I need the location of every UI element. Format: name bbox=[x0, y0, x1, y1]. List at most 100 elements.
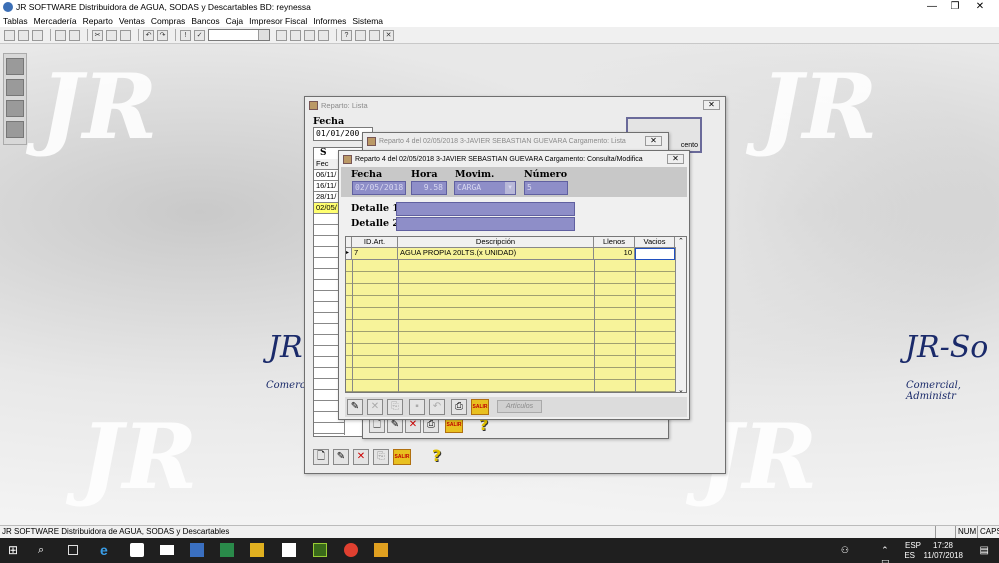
help-pointer-icon[interactable]: ? bbox=[341, 29, 352, 41]
toolbar-separator bbox=[50, 29, 51, 41]
close-button[interactable]: ✕ bbox=[965, 0, 995, 14]
delete-record-button[interactable]: ✕ bbox=[367, 399, 383, 415]
menu-impresor-fiscal[interactable]: Impresor Fiscal bbox=[249, 16, 307, 26]
language-indicator-top[interactable]: ESP bbox=[905, 541, 921, 550]
app-icon[interactable] bbox=[190, 543, 204, 557]
grid-icon[interactable] bbox=[369, 29, 380, 41]
salir-button[interactable]: SALIR bbox=[393, 449, 411, 465]
windows-start-icon[interactable]: ⊞ bbox=[8, 543, 22, 557]
paste-icon[interactable] bbox=[120, 29, 131, 41]
edit-record-button[interactable]: ✎ bbox=[333, 449, 349, 465]
menu-compras[interactable]: Compras bbox=[151, 16, 185, 26]
check-icon[interactable]: ✓ bbox=[194, 29, 205, 41]
open-icon[interactable] bbox=[18, 29, 29, 41]
notifications-icon[interactable]: ▤ bbox=[980, 545, 989, 556]
detalle2-field[interactable] bbox=[396, 217, 575, 231]
status-bar: JR SOFTWARE Distribuidora de AGUA, SODAS… bbox=[0, 525, 999, 538]
articulos-button[interactable]: Artículos bbox=[497, 400, 542, 413]
clock-time[interactable]: 17:28 bbox=[933, 541, 953, 550]
side-tool-icon[interactable] bbox=[6, 100, 24, 117]
notepad-icon[interactable] bbox=[282, 543, 296, 557]
chrome-icon[interactable] bbox=[344, 543, 358, 557]
fecha-field[interactable]: 02/05/2018 bbox=[352, 181, 406, 195]
movim-label: Movim. bbox=[455, 169, 495, 180]
cargamento-lista-close-button[interactable]: ✕ bbox=[645, 136, 662, 146]
menu-mercaderia[interactable]: Mercadería bbox=[34, 16, 77, 26]
scroll-up-icon[interactable]: ⌃ bbox=[678, 237, 684, 245]
people-icon[interactable]: ⚇ bbox=[841, 545, 849, 556]
app-logo-icon bbox=[3, 2, 13, 12]
cell-llenos[interactable]: 10 bbox=[594, 248, 635, 260]
grid-scrollbar[interactable]: ⌃ ⌄ bbox=[676, 237, 686, 392]
chevron-down-icon[interactable]: ▼ bbox=[505, 182, 515, 194]
movim-select[interactable]: CARGA ▼ bbox=[454, 181, 516, 195]
excel-icon[interactable] bbox=[220, 543, 234, 557]
numero-label: Número bbox=[524, 169, 568, 180]
language-indicator-bottom[interactable]: ES bbox=[904, 551, 915, 560]
edge-browser-icon[interactable]: e bbox=[100, 543, 114, 557]
menu-bancos[interactable]: Bancos bbox=[191, 16, 219, 26]
detalle1-field[interactable] bbox=[396, 202, 575, 216]
calendar-icon[interactable] bbox=[355, 29, 366, 41]
copy-record-button[interactable]: ⎘ bbox=[373, 449, 389, 465]
cargamento-modifica-close-button[interactable]: ✕ bbox=[667, 154, 684, 164]
tools-icon[interactable]: ✕ bbox=[383, 29, 394, 41]
cell-descripcion[interactable]: AGUA PROPIA 20LTS.(x UNIDAD) bbox=[398, 248, 594, 260]
side-tool-icon[interactable] bbox=[6, 58, 24, 75]
salir-button[interactable]: SALIR bbox=[471, 399, 489, 415]
grid-empty-rows bbox=[346, 260, 675, 392]
menu-informes[interactable]: Informes bbox=[313, 16, 346, 26]
window-icon[interactable] bbox=[276, 29, 287, 41]
task-view-icon[interactable] bbox=[68, 545, 78, 555]
undo-record-button[interactable]: ↶ bbox=[429, 399, 445, 415]
new-icon[interactable] bbox=[4, 29, 15, 41]
numero-field[interactable]: 5 bbox=[524, 181, 568, 195]
file-explorer-icon[interactable] bbox=[250, 543, 264, 557]
window-tile-icon[interactable] bbox=[290, 29, 301, 41]
toolbar-combo[interactable] bbox=[208, 29, 270, 41]
store-icon[interactable] bbox=[130, 543, 144, 557]
grid-column-line bbox=[594, 260, 595, 392]
print-icon[interactable] bbox=[55, 29, 66, 41]
dreamweaver-icon[interactable] bbox=[313, 543, 327, 557]
cut-icon[interactable]: ✂ bbox=[92, 29, 103, 41]
brand-logo-left: JR bbox=[268, 330, 303, 365]
exclamation-icon[interactable]: ! bbox=[180, 29, 191, 41]
hora-field[interactable]: 9.58 bbox=[411, 181, 447, 195]
clock-date[interactable]: 11/07/2018 bbox=[924, 551, 963, 560]
menu-caja[interactable]: Caja bbox=[226, 16, 243, 26]
copy-record-button[interactable]: ⎘ bbox=[387, 399, 403, 415]
mail-icon[interactable] bbox=[160, 545, 174, 555]
delete-record-button[interactable]: ✕ bbox=[353, 449, 369, 465]
tray-icons[interactable]: ⌃ ▭ ◁)) bbox=[881, 545, 894, 563]
window-cascade-icon[interactable] bbox=[304, 29, 315, 41]
document-icon[interactable] bbox=[318, 29, 329, 41]
menu-ventas[interactable]: Ventas bbox=[119, 16, 145, 26]
side-tool-icon[interactable] bbox=[6, 79, 24, 96]
cell-vacios[interactable] bbox=[635, 248, 675, 260]
header-panel: Fecha Hora Movim. Número 02/05/2018 9.58… bbox=[341, 167, 687, 197]
edit-record-button[interactable]: ✎ bbox=[347, 399, 363, 415]
menu-reparto[interactable]: Reparto bbox=[83, 16, 113, 26]
side-tool-icon[interactable] bbox=[6, 121, 24, 138]
print-preview-icon[interactable] bbox=[69, 29, 80, 41]
reparto-lista-close-button[interactable]: ✕ bbox=[703, 100, 720, 110]
copy-icon[interactable] bbox=[106, 29, 117, 41]
header-descripcion: Descripción bbox=[398, 237, 594, 248]
cell-id-art[interactable]: 7 bbox=[352, 248, 398, 260]
new-record-button[interactable]: 🗋 bbox=[313, 449, 329, 465]
search-icon[interactable]: ⌕ bbox=[38, 543, 52, 557]
undo-icon[interactable]: ↶ bbox=[143, 29, 154, 41]
redo-icon[interactable]: ↷ bbox=[157, 29, 168, 41]
menu-bar: Tablas Mercadería Reparto Ventas Compras… bbox=[0, 14, 999, 27]
help-icon[interactable]: ? bbox=[432, 446, 441, 465]
windows-taskbar: ⊞ ⌕ e ⚇ ⌃ ▭ ◁)) ESP ES 17:28 11/07/2018 … bbox=[0, 538, 999, 563]
print-record-button[interactable]: ⎙ bbox=[451, 399, 467, 415]
save-record-button[interactable]: ▪ bbox=[409, 399, 425, 415]
jr-software-icon[interactable] bbox=[374, 543, 388, 557]
save-icon[interactable] bbox=[32, 29, 43, 41]
header-id-art: ID.Art. bbox=[352, 237, 398, 248]
menu-tablas[interactable]: Tablas bbox=[3, 16, 28, 26]
scroll-down-icon[interactable]: ⌄ bbox=[678, 386, 684, 392]
menu-sistema[interactable]: Sistema bbox=[352, 16, 383, 26]
